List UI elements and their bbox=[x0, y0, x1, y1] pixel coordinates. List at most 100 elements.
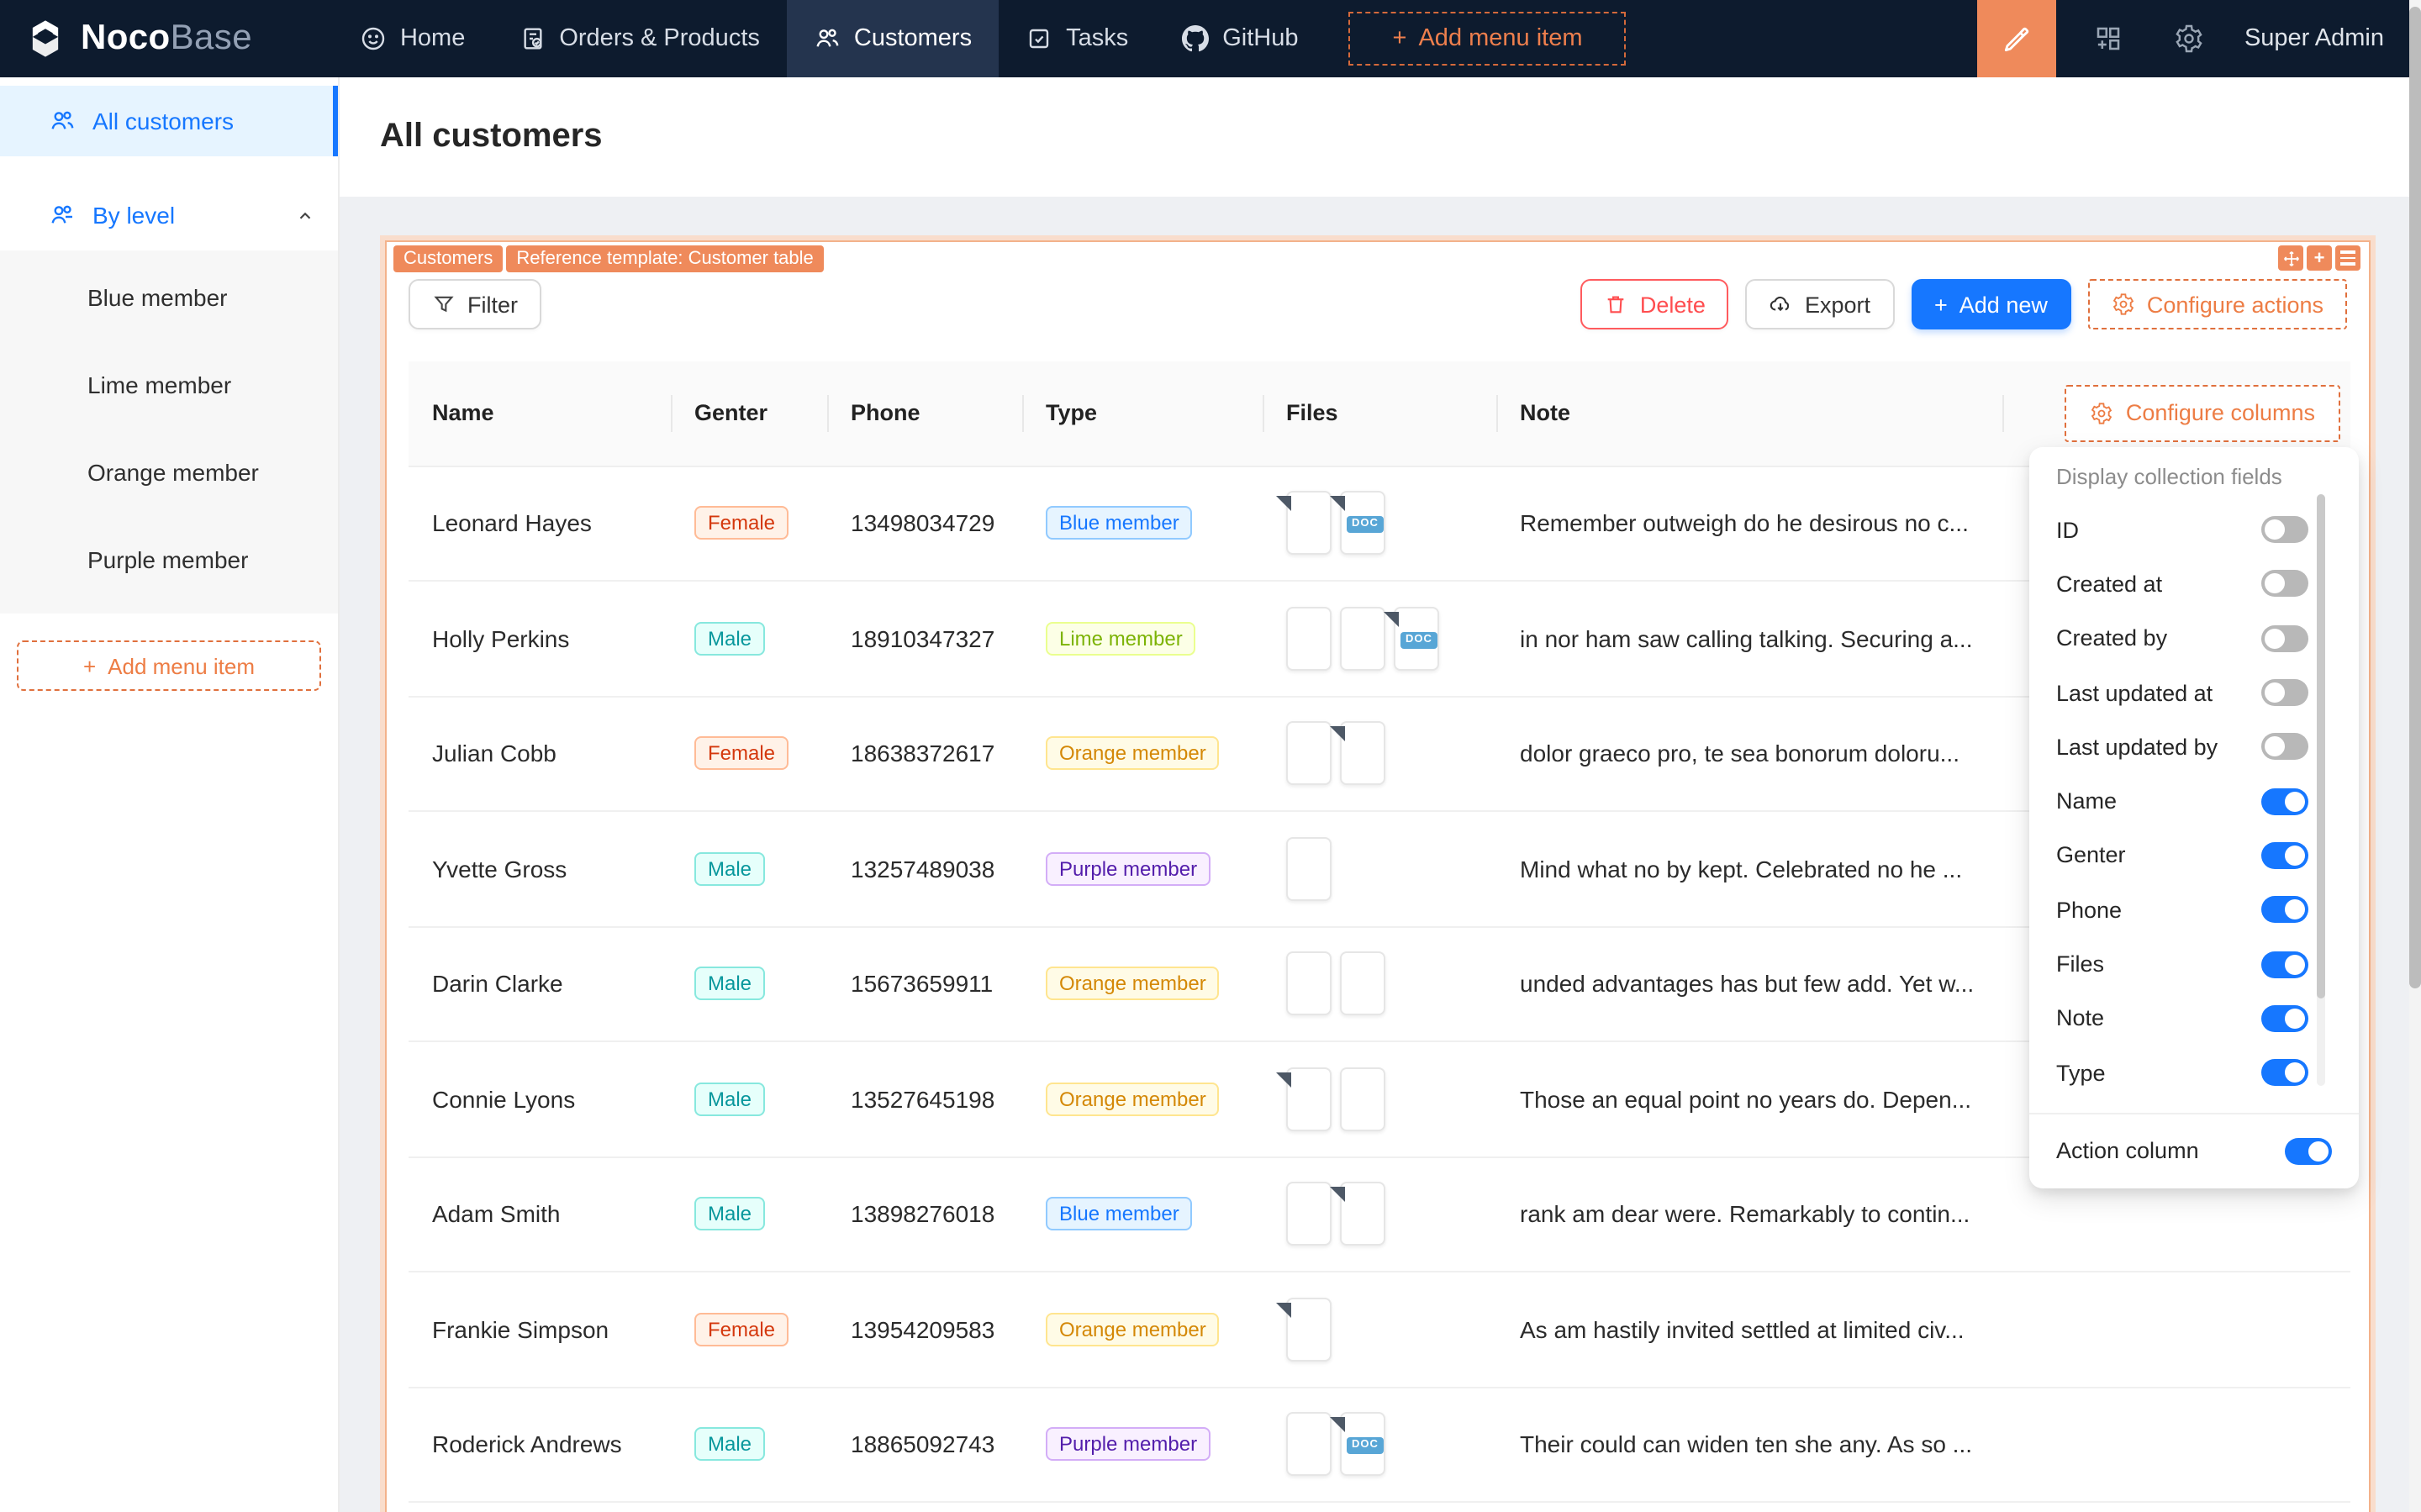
pdf-file-thumbnail[interactable] bbox=[1286, 1298, 1332, 1362]
field-toggle-last-updated-by[interactable] bbox=[2261, 734, 2308, 761]
image-file-thumbnail[interactable] bbox=[1286, 837, 1332, 901]
nav-item-tasks[interactable]: Tasks bbox=[999, 0, 1155, 77]
gender-tag: Male bbox=[694, 1428, 765, 1462]
image-file-thumbnail[interactable] bbox=[1286, 952, 1332, 1016]
sidebar-item-all-customers[interactable]: All customers bbox=[0, 86, 338, 156]
gear-icon bbox=[2112, 292, 2135, 316]
image-file-thumbnail[interactable] bbox=[1286, 1183, 1332, 1246]
field-toggle-type[interactable] bbox=[2261, 1059, 2308, 1086]
image-file-thumbnail[interactable] bbox=[1340, 952, 1385, 1016]
column-header-genter[interactable]: Genter bbox=[671, 361, 827, 466]
field-toggle-created-by[interactable] bbox=[2261, 624, 2308, 651]
field-toggle-last-updated-at[interactable] bbox=[2261, 679, 2308, 706]
field-toggle-row-phone[interactable]: Phone bbox=[2029, 882, 2359, 937]
field-toggle-row-last-updated-at[interactable]: Last updated at bbox=[2029, 666, 2359, 720]
field-toggle-id[interactable] bbox=[2261, 516, 2308, 543]
drag-handle[interactable] bbox=[2278, 245, 2303, 271]
gear-icon bbox=[2091, 402, 2114, 425]
github-icon bbox=[1182, 25, 1209, 52]
user-menu[interactable]: Super Admin bbox=[2244, 25, 2384, 52]
image-file-thumbnail[interactable] bbox=[1286, 607, 1332, 671]
add-block-button[interactable]: + bbox=[2307, 245, 2332, 271]
field-toggle-phone[interactable] bbox=[2261, 896, 2308, 923]
cell-type: Orange member bbox=[1022, 696, 1263, 811]
pdf-file-thumbnail[interactable] bbox=[1286, 492, 1332, 556]
export-button[interactable]: Export bbox=[1746, 279, 1894, 329]
configure-actions-button[interactable]: Configure actions bbox=[2088, 279, 2347, 329]
column-header-note[interactable]: Note bbox=[1496, 361, 2002, 466]
nav-item-home[interactable]: Home bbox=[333, 0, 492, 77]
table-row[interactable]: Frankie SimpsonFemale13954209583Orange m… bbox=[409, 1272, 2350, 1387]
sidebar-item-purple-member[interactable]: Purple member bbox=[0, 516, 338, 603]
field-toggle-row-note[interactable]: Note bbox=[2029, 991, 2359, 1046]
field-toggle-row-name[interactable]: Name bbox=[2029, 774, 2359, 829]
sidebar-item-by-level[interactable]: By level bbox=[0, 180, 338, 250]
type-tag: Blue member bbox=[1046, 507, 1193, 540]
field-toggle-row-created-by[interactable]: Created by bbox=[2029, 611, 2359, 666]
sidebar-item-lime-member[interactable]: Lime member bbox=[0, 341, 338, 429]
menu-icon bbox=[2340, 251, 2355, 266]
cell-files bbox=[1263, 1156, 1496, 1272]
field-toggle-note[interactable] bbox=[2261, 1005, 2308, 1032]
cell-files: DOC bbox=[1263, 1387, 1496, 1502]
nav-add-menu-item-button[interactable]: + Add menu item bbox=[1349, 12, 1627, 66]
column-header-files[interactable]: Files bbox=[1263, 361, 1496, 466]
field-toggle-name[interactable] bbox=[2261, 788, 2308, 814]
field-toggle-row-last-updated-by[interactable]: Last updated by bbox=[2029, 719, 2359, 774]
nav-item-customers[interactable]: Customers bbox=[787, 0, 999, 77]
image-file-thumbnail[interactable] bbox=[1340, 1067, 1385, 1131]
cell-type: Purple member bbox=[1022, 811, 1263, 926]
block-menu-button[interactable] bbox=[2335, 245, 2360, 271]
field-toggle-row-files[interactable]: Files bbox=[2029, 937, 2359, 992]
gender-tag: Male bbox=[694, 967, 765, 1001]
cell-note: Their could can widen ten she any. As so… bbox=[1496, 1387, 2002, 1502]
column-header-name[interactable]: Name bbox=[409, 361, 671, 466]
field-toggle-files[interactable] bbox=[2261, 951, 2308, 977]
cell-files bbox=[1263, 1272, 1496, 1387]
add-new-button[interactable]: + Add new bbox=[1911, 279, 2071, 329]
doc-file-thumbnail[interactable]: DOC bbox=[1340, 1413, 1385, 1477]
cell-files: DOC bbox=[1263, 581, 1496, 696]
image-file-thumbnail[interactable] bbox=[1340, 607, 1385, 671]
action-column-row[interactable]: Action column bbox=[2029, 1115, 2359, 1188]
field-toggle-row-type[interactable]: Type bbox=[2029, 1046, 2359, 1100]
field-toggle-genter[interactable] bbox=[2261, 842, 2308, 869]
block-templates-button[interactable] bbox=[2093, 24, 2123, 54]
nocobase-logo[interactable]: NocoBase bbox=[0, 0, 269, 77]
doc-file-thumbnail[interactable]: DOC bbox=[1340, 492, 1385, 556]
image-file-thumbnail[interactable] bbox=[1286, 722, 1332, 786]
image-file-thumbnail[interactable] bbox=[1286, 1413, 1332, 1477]
pdf-file-thumbnail[interactable] bbox=[1340, 1183, 1385, 1246]
cell-gender: Male bbox=[671, 1156, 827, 1272]
column-header-type[interactable]: Type bbox=[1022, 361, 1263, 466]
popover-scrollbar-thumb[interactable] bbox=[2317, 494, 2325, 998]
nav-item-orders-products[interactable]: Orders & Products bbox=[492, 0, 787, 77]
sidebar-item-orange-member[interactable]: Orange member bbox=[0, 429, 338, 516]
nav-item-github[interactable]: GitHub bbox=[1155, 0, 1325, 77]
sidebar-add-menu-item-button[interactable]: + Add menu item bbox=[17, 640, 321, 691]
settings-button[interactable] bbox=[2174, 24, 2204, 54]
pdf-file-thumbnail[interactable] bbox=[1340, 722, 1385, 786]
customers-icon bbox=[814, 25, 841, 52]
table-row[interactable]: Roderick AndrewsMale18865092743Purple me… bbox=[409, 1387, 2350, 1502]
collection-tag: Customers bbox=[393, 245, 503, 272]
page-scrollbar-thumb[interactable] bbox=[2409, 7, 2421, 988]
field-toggle-created-at[interactable] bbox=[2261, 571, 2308, 598]
field-toggle-row-id[interactable]: ID bbox=[2029, 503, 2359, 557]
delete-button[interactable]: Delete bbox=[1581, 279, 1729, 329]
ui-editor-button[interactable] bbox=[1977, 0, 2056, 77]
pdf-file-thumbnail[interactable] bbox=[1286, 1067, 1332, 1131]
configure-columns-button[interactable]: Configure columns bbox=[2065, 385, 2340, 442]
doc-file-thumbnail[interactable]: DOC bbox=[1394, 607, 1439, 671]
cell-note: Remember outweigh do he desirous no c... bbox=[1496, 466, 2002, 581]
column-header-phone[interactable]: Phone bbox=[827, 361, 1022, 466]
page-scrollbar-track[interactable] bbox=[2409, 0, 2421, 1512]
sidebar: All customers By level Blue memberLime m… bbox=[0, 77, 340, 1512]
action-column-toggle[interactable] bbox=[2285, 1138, 2332, 1165]
filter-button[interactable]: Filter bbox=[409, 279, 541, 329]
cell-files bbox=[1263, 1041, 1496, 1156]
field-toggle-row-created-at[interactable]: Created at bbox=[2029, 557, 2359, 612]
cell-phone: 13898276018 bbox=[827, 1156, 1022, 1272]
field-toggle-row-genter[interactable]: Genter bbox=[2029, 829, 2359, 883]
sidebar-item-blue-member[interactable]: Blue member bbox=[0, 254, 338, 341]
